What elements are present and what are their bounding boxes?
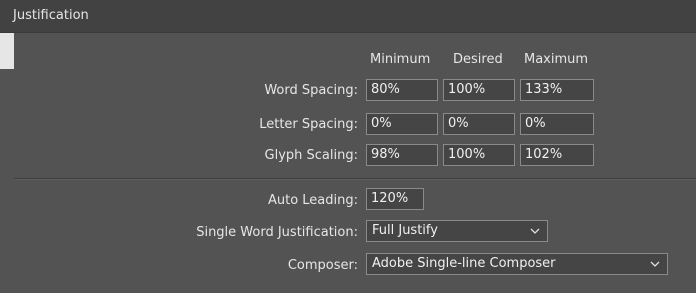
- composer-label: Composer:: [287, 258, 358, 273]
- glyph-scaling-label: Glyph Scaling:: [264, 148, 358, 163]
- column-header-minimum: Minimum: [370, 52, 431, 67]
- composer-value: Adobe Single-line Composer: [372, 256, 556, 271]
- word-spacing-desired-field[interactable]: 100%: [443, 79, 515, 101]
- letter-spacing-maximum-field[interactable]: 0%: [520, 113, 594, 135]
- word-spacing-maximum-field[interactable]: 133%: [520, 79, 594, 101]
- letter-spacing-minimum-field[interactable]: 0%: [366, 113, 438, 135]
- single-word-justification-label: Single Word Justification:: [196, 225, 358, 240]
- glyph-scaling-desired-field[interactable]: 100%: [443, 144, 515, 166]
- letter-spacing-desired-field[interactable]: 0%: [443, 113, 515, 135]
- auto-leading-label: Auto Leading:: [267, 193, 358, 208]
- section-divider: [14, 178, 696, 180]
- dialog-title: Justification: [13, 8, 89, 23]
- chevron-down-icon: [530, 228, 540, 234]
- single-word-justification-dropdown[interactable]: Full Justify: [366, 220, 548, 242]
- word-spacing-label: Word Spacing:: [264, 83, 358, 98]
- chevron-down-icon: [650, 261, 660, 267]
- single-word-justification-value: Full Justify: [372, 223, 438, 238]
- composer-dropdown[interactable]: Adobe Single-line Composer: [366, 253, 668, 275]
- auto-leading-field[interactable]: 120%: [366, 188, 424, 210]
- letter-spacing-label: Letter Spacing:: [259, 117, 358, 132]
- title-bar[interactable]: Justification: [0, 0, 696, 33]
- glyph-scaling-maximum-field[interactable]: 102%: [520, 144, 594, 166]
- glyph-scaling-minimum-field[interactable]: 98%: [366, 144, 438, 166]
- column-header-desired: Desired: [453, 52, 503, 67]
- word-spacing-minimum-field[interactable]: 80%: [366, 79, 438, 101]
- dialog-edge: [0, 33, 14, 69]
- column-header-maximum: Maximum: [524, 52, 589, 67]
- justification-dialog: Justification Minimum Desired Maximum Wo…: [0, 0, 696, 293]
